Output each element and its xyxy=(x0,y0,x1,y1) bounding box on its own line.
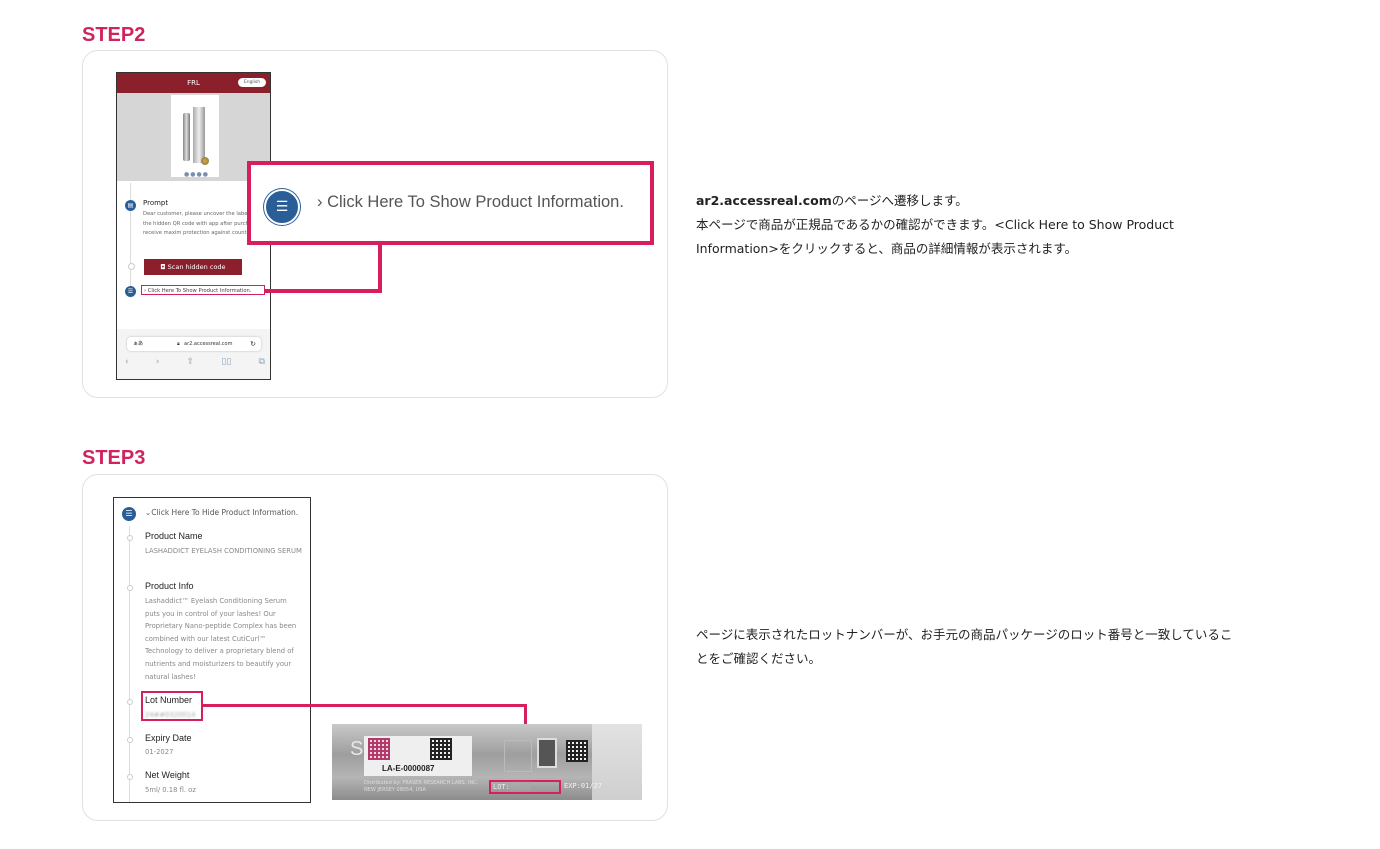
step2-title: STEP2 xyxy=(82,24,146,46)
lock-icon: 🔒︎ xyxy=(177,341,180,347)
step3-description: ページに表示されたロットナンバーが、お手元の商品パッケージのロット番号と一致して… xyxy=(696,627,1233,666)
step3-title: STEP3 xyxy=(82,447,146,469)
address-bar[interactable]: ぁあ 🔒︎ ar2.accessreal.com ↻ xyxy=(127,337,261,351)
camera-icon: ◘ xyxy=(160,263,168,271)
product-name-label: Product Name xyxy=(145,531,203,541)
site-url: ar2.accessreal.com xyxy=(696,193,832,208)
show-product-info-link[interactable]: › Click Here To Show Product Information… xyxy=(141,285,265,295)
phone-header: FRL English xyxy=(117,73,270,93)
phone-header-title: FRL xyxy=(187,79,200,87)
gallery-pagination[interactable]: ●●●● xyxy=(184,171,209,178)
expiry-date-value: 01-2027 xyxy=(145,748,174,756)
hide-product-info-link[interactable]: ⌄Click Here To Hide Product Information. xyxy=(145,508,298,517)
net-weight-label: Net Weight xyxy=(145,770,190,780)
chevron-right-icon: › xyxy=(317,193,328,211)
net-weight-value: 5ml/ 0.18 fl. oz xyxy=(145,786,196,794)
lot-number-highlight xyxy=(141,691,203,721)
forward-icon[interactable]: › xyxy=(156,357,160,367)
list-icon: ☰ xyxy=(122,507,136,521)
qr-code-icon xyxy=(430,738,452,760)
language-select[interactable]: English xyxy=(238,78,266,87)
phone-mockup-step3: ☰ ⌄Click Here To Hide Product Informatio… xyxy=(113,497,311,803)
package-code: LA-E-0000087 xyxy=(382,764,435,773)
back-icon[interactable]: ‹ xyxy=(125,357,129,367)
package-distributor: Distributed by: FRASER RESEARCH LABS, IN… xyxy=(364,780,479,793)
step2-description: ar2.accessreal.comのページへ遷移します。 本ページで商品が正規… xyxy=(696,193,1174,256)
share-icon[interactable]: ⇪ xyxy=(187,357,195,367)
package-expiry: EXP:01/27 xyxy=(564,782,602,790)
product-info-label: Product Info xyxy=(145,581,194,591)
prompt-icon: ▤ xyxy=(125,200,136,211)
qr-code-icon xyxy=(368,738,390,760)
prompt-title: Prompt xyxy=(143,199,169,207)
url-text: ar2.accessreal.com xyxy=(184,341,233,347)
list-icon: ☰ xyxy=(125,286,136,297)
product-name-value: LASHADDICT EYELASH CONDITIONING SERUM xyxy=(145,547,302,555)
qr-code-icon xyxy=(566,740,588,762)
bookmarks-icon[interactable]: ▯▯ xyxy=(221,357,231,367)
reload-icon[interactable]: ↻ xyxy=(250,337,256,351)
scan-hidden-code-button[interactable]: ◘ Scan hidden code xyxy=(144,259,242,275)
tabs-icon[interactable]: ⧉ xyxy=(259,357,265,367)
callout-link: › Click Here To Show Product Information… xyxy=(317,193,624,211)
product-info-value: Lashaddict™ Eyelash Conditioning Serum p… xyxy=(145,597,297,681)
browser-nav: ‹ › ⇪ ▯▯ ⧉ xyxy=(125,357,265,367)
package-lot-highlight: LOT:▒▒▒▒▒ xyxy=(489,780,561,794)
callout-show-product-info: ☰ › Click Here To Show Product Informati… xyxy=(247,161,654,245)
expiry-date-label: Expiry Date xyxy=(145,733,192,743)
list-icon: ☰ xyxy=(264,189,300,225)
product-package-photo: SC LA-E-0000087 Distributed by: FRASER R… xyxy=(332,724,642,800)
